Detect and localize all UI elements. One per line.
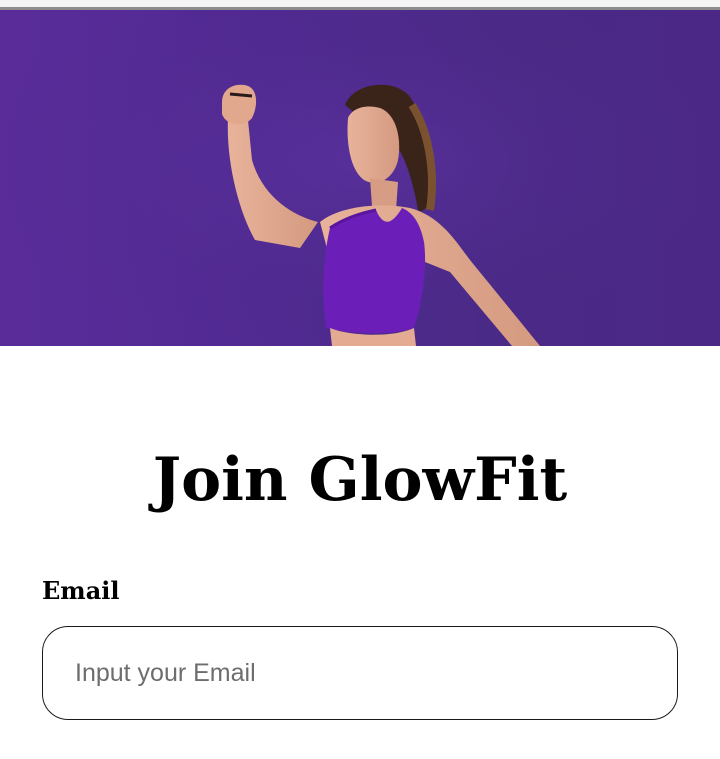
email-label: Email — [42, 576, 120, 605]
athlete-illustration — [0, 10, 720, 346]
email-field[interactable] — [42, 626, 678, 720]
status-bar-divider — [0, 0, 720, 10]
hero-image — [0, 10, 720, 346]
page-title: Join GlowFit — [152, 445, 568, 515]
